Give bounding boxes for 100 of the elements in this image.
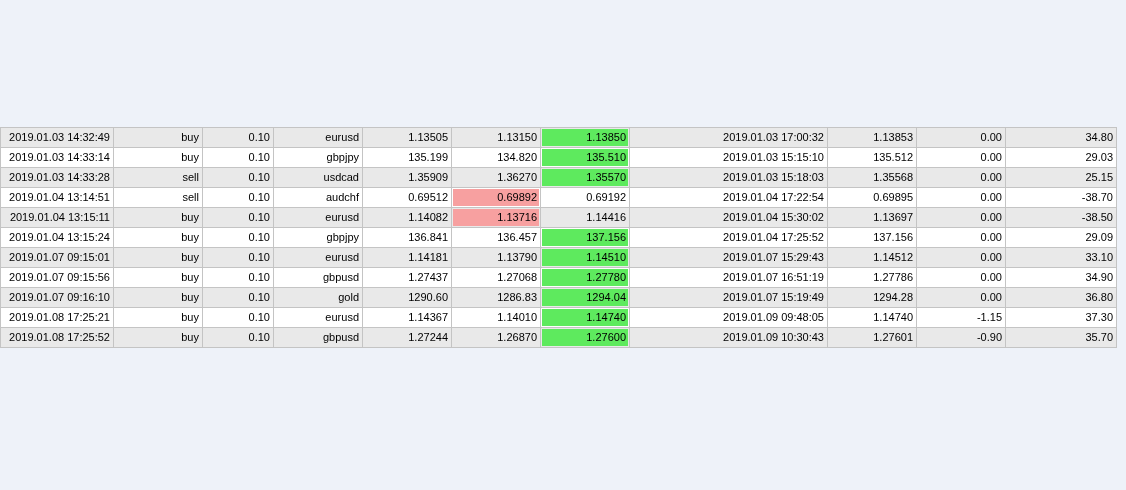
table-cell: buy — [113, 307, 203, 328]
table-cell: 0.00 — [916, 127, 1006, 148]
table-cell: 2019.01.07 15:29:43 — [629, 247, 828, 268]
table-cell: 2019.01.03 15:18:03 — [629, 167, 828, 188]
table-cell: 1.13850 — [540, 127, 630, 148]
table-cell: 1.14367 — [362, 307, 452, 328]
table-cell: 0.00 — [916, 227, 1006, 248]
table-cell: 1290.60 — [362, 287, 452, 308]
table-cell: 135.199 — [362, 147, 452, 168]
table-cell: 1.27780 — [540, 267, 630, 288]
table-cell: 1.14740 — [827, 307, 917, 328]
table-cell: 29.03 — [1005, 147, 1117, 168]
table-cell: 1.13150 — [451, 127, 541, 148]
table-cell: eurusd — [273, 247, 363, 268]
table-cell: 134.820 — [451, 147, 541, 168]
table-cell: 1.13853 — [827, 127, 917, 148]
table-cell: 0.10 — [202, 227, 274, 248]
table-cell: 2019.01.03 14:33:14 — [0, 147, 114, 168]
table-cell: 1.27068 — [451, 267, 541, 288]
table-cell: 0.00 — [916, 267, 1006, 288]
table-cell: 1.13505 — [362, 127, 452, 148]
table-cell: 0.69892 — [451, 187, 541, 208]
table-cell: 29.09 — [1005, 227, 1117, 248]
table-cell: 2019.01.07 15:19:49 — [629, 287, 828, 308]
table-cell: 1.27437 — [362, 267, 452, 288]
table-cell: buy — [113, 227, 203, 248]
table-cell: buy — [113, 247, 203, 268]
table-cell: 1294.28 — [827, 287, 917, 308]
table-cell: -0.90 — [916, 327, 1006, 348]
table-cell: 2019.01.03 14:32:49 — [0, 127, 114, 148]
table-cell: 1294.04 — [540, 287, 630, 308]
table-cell: 36.80 — [1005, 287, 1117, 308]
table-cell: gbpjpy — [273, 227, 363, 248]
table-cell: 0.69895 — [827, 187, 917, 208]
table-cell: 0.10 — [202, 167, 274, 188]
table-cell: 0.00 — [916, 247, 1006, 268]
table-cell: 135.510 — [540, 147, 630, 168]
table-cell: 2019.01.04 17:25:52 — [629, 227, 828, 248]
table-cell: 1.13716 — [451, 207, 541, 228]
table-cell: 1.27601 — [827, 327, 917, 348]
table-cell: 0.10 — [202, 307, 274, 328]
table-cell: 1.14740 — [540, 307, 630, 328]
table-cell: 0.10 — [202, 247, 274, 268]
table-cell: 2019.01.04 13:14:51 — [0, 187, 114, 208]
table-cell: 0.00 — [916, 287, 1006, 308]
table-cell: 1.35568 — [827, 167, 917, 188]
table-cell: 2019.01.03 14:33:28 — [0, 167, 114, 188]
table-cell: 0.10 — [202, 327, 274, 348]
table-cell: 1.35909 — [362, 167, 452, 188]
table-cell: 33.10 — [1005, 247, 1117, 268]
table-cell: 1.26870 — [451, 327, 541, 348]
table-cell: gbpusd — [273, 327, 363, 348]
table-cell: 1.13697 — [827, 207, 917, 228]
table-cell: gbpusd — [273, 267, 363, 288]
table-cell: 2019.01.04 15:30:02 — [629, 207, 828, 228]
table-cell: 2019.01.04 17:22:54 — [629, 187, 828, 208]
table-cell: gbpjpy — [273, 147, 363, 168]
table-cell: -38.50 — [1005, 207, 1117, 228]
table-cell: eurusd — [273, 307, 363, 328]
table-cell: 1.13790 — [451, 247, 541, 268]
table-cell: 1286.83 — [451, 287, 541, 308]
table-cell: 0.10 — [202, 287, 274, 308]
table-cell: 1.27786 — [827, 267, 917, 288]
table-cell: 25.15 — [1005, 167, 1117, 188]
table-cell: 2019.01.03 15:15:10 — [629, 147, 828, 168]
table-cell: 0.10 — [202, 147, 274, 168]
table-cell: 1.35570 — [540, 167, 630, 188]
table-cell: sell — [113, 187, 203, 208]
table-cell: 2019.01.09 09:48:05 — [629, 307, 828, 328]
table-cell: 0.10 — [202, 187, 274, 208]
table-cell: 2019.01.07 16:51:19 — [629, 267, 828, 288]
table-cell: 137.156 — [827, 227, 917, 248]
table-cell: 0.10 — [202, 267, 274, 288]
table-cell: 2019.01.08 17:25:52 — [0, 327, 114, 348]
table-cell: buy — [113, 287, 203, 308]
table-cell: 1.27600 — [540, 327, 630, 348]
table-cell: 0.00 — [916, 207, 1006, 228]
table-cell: 136.457 — [451, 227, 541, 248]
table-cell: 0.00 — [916, 187, 1006, 208]
table-cell: -1.15 — [916, 307, 1006, 328]
table-cell: 35.70 — [1005, 327, 1117, 348]
table-cell: gold — [273, 287, 363, 308]
table-cell: 34.80 — [1005, 127, 1117, 148]
table-cell: 0.69192 — [540, 187, 630, 208]
table-cell: usdcad — [273, 167, 363, 188]
table-cell: 1.14416 — [540, 207, 630, 228]
table-cell: eurusd — [273, 127, 363, 148]
table-cell: 1.14510 — [540, 247, 630, 268]
table-cell: eurusd — [273, 207, 363, 228]
table-cell: 2019.01.08 17:25:21 — [0, 307, 114, 328]
table-cell: audchf — [273, 187, 363, 208]
table-cell: 1.14512 — [827, 247, 917, 268]
table-cell: buy — [113, 147, 203, 168]
table-cell: 1.14010 — [451, 307, 541, 328]
table-cell: 0.00 — [916, 167, 1006, 188]
table-cell: 2019.01.04 13:15:11 — [0, 207, 114, 228]
table-cell: 136.841 — [362, 227, 452, 248]
table-cell: 0.10 — [202, 127, 274, 148]
table-cell: 1.14181 — [362, 247, 452, 268]
table-cell: 135.512 — [827, 147, 917, 168]
